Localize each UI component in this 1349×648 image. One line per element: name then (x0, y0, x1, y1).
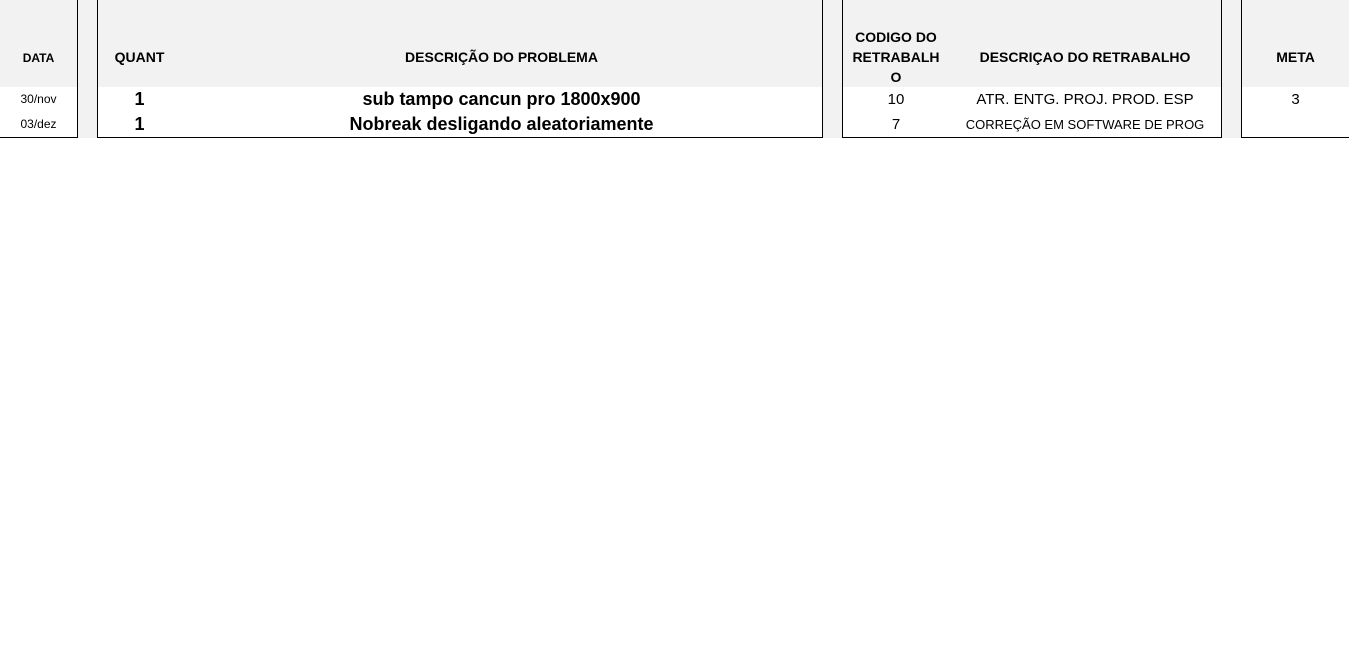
column-gap (823, 0, 842, 138)
header-codigo-retrabalho[interactable]: CODIGO DO RETRABALH O (842, 27, 950, 88)
cell-codigo-retrabalho[interactable]: 7 (842, 111, 950, 138)
cell-quant[interactable]: 1 (97, 111, 182, 138)
column-gap (1222, 0, 1241, 138)
cell-descricao-problema[interactable]: sub tampo cancun pro 1800x900 (181, 87, 823, 112)
cell-codigo-retrabalho[interactable]: 10 (842, 87, 950, 112)
header-descricao-retrabalho[interactable]: DESCRIÇAO DO RETRABALHO (949, 27, 1222, 88)
cell-meta[interactable]: 3 (1241, 87, 1349, 112)
top-row-cell[interactable] (97, 0, 823, 28)
cell-descricao-problema[interactable]: Nobreak desligando aleatoriamente (181, 111, 823, 138)
top-row-cell[interactable] (1241, 0, 1349, 28)
cell-meta[interactable] (1241, 111, 1349, 138)
top-row-cell[interactable] (842, 0, 1222, 28)
spreadsheet: DATA QUANT DESCRIÇÃO DO PROBLEMA CODIGO … (0, 0, 1349, 648)
cell-descricao-retrabalho[interactable]: ATR. ENTG. PROJ. PROD. ESP (949, 87, 1222, 112)
top-row-cell[interactable] (0, 0, 78, 28)
cell-descricao-retrabalho[interactable]: CORREÇÃO EM SOFTWARE DE PROG (949, 111, 1222, 138)
header-data[interactable]: DATA (0, 28, 78, 88)
cell-data[interactable]: 30/nov (0, 87, 78, 112)
cell-data[interactable]: 03/dez (0, 111, 78, 138)
header-quant[interactable]: QUANT (97, 27, 182, 88)
header-meta[interactable]: META (1241, 27, 1349, 88)
column-gap (78, 0, 97, 138)
cell-quant[interactable]: 1 (97, 87, 182, 112)
header-descricao-problema[interactable]: DESCRIÇÃO DO PROBLEMA (181, 27, 823, 88)
